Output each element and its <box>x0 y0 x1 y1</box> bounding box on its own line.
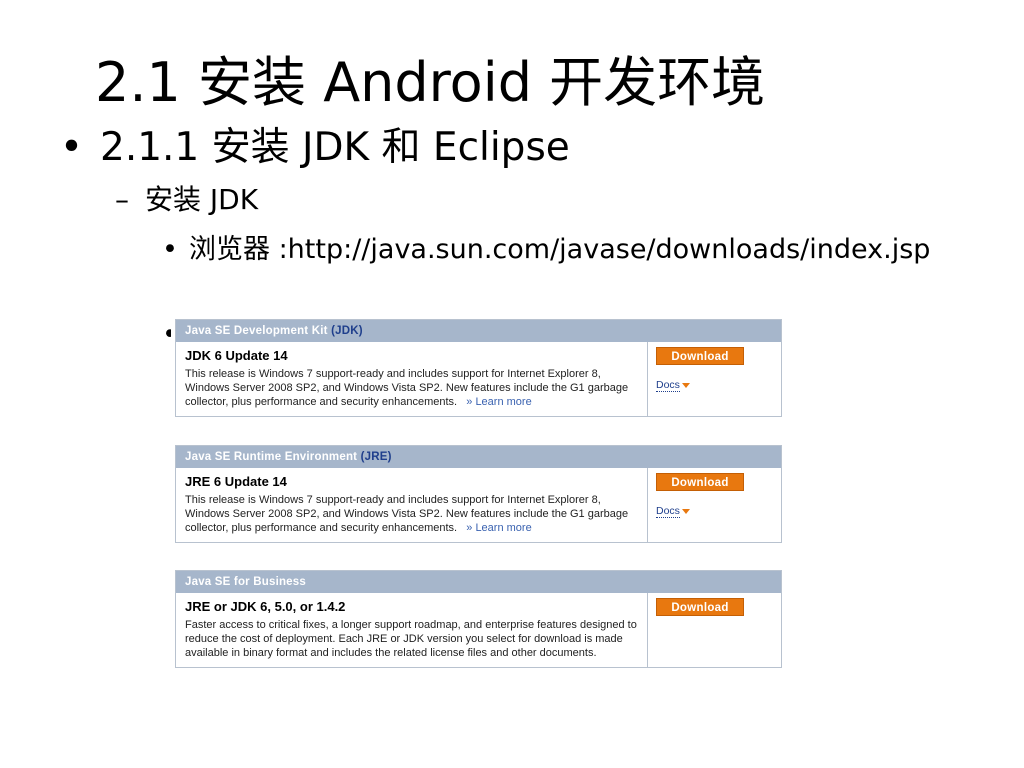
bullet-level2-text: 安装 JDK <box>145 183 259 216</box>
product-description: This release is Windows 7 support-ready … <box>185 493 639 535</box>
bullet-dot: • <box>60 125 84 170</box>
bullet-level1: • 2.1.1 安装 JDK 和 Eclipse <box>60 124 570 172</box>
bullet-dash: – <box>115 183 129 216</box>
download-button[interactable]: Download <box>656 473 744 491</box>
bullet-level2: – 安装 JDK <box>115 180 258 220</box>
panel-header: Java SE Development Kit (JDK) <box>176 320 781 342</box>
bullet-level1-text: 2.1.1 安装 JDK 和 Eclipse <box>100 125 570 170</box>
panel-header-text: Java SE Development Kit <box>185 325 328 337</box>
panel-header: Java SE for Business <box>176 571 781 593</box>
panel-header-text: Java SE for Business <box>185 576 306 588</box>
learn-more-link[interactable]: » Learn more <box>466 522 531 534</box>
panel-header-text: Java SE Runtime Environment <box>185 451 358 463</box>
docs-dropdown[interactable]: Docs <box>656 505 781 518</box>
description-text: This release is Windows 7 support-ready … <box>185 368 629 408</box>
dropdown-caret-icon <box>681 508 690 514</box>
docs-label[interactable]: Docs <box>656 505 680 518</box>
download-button[interactable]: Download <box>656 347 744 365</box>
product-title: JRE 6 Update 14 <box>185 474 287 489</box>
jre-panel: Java SE Runtime Environment (JRE) JRE 6 … <box>175 445 782 543</box>
panel-header: Java SE Runtime Environment (JRE) <box>176 446 781 468</box>
download-button[interactable]: Download <box>656 598 744 616</box>
slide-title: 2.1 安装 Android 开发环境 <box>95 51 766 114</box>
bullet-level3-text: 浏览器 :http://java.sun.com/javase/download… <box>189 234 931 265</box>
panel-header-tag[interactable]: (JDK) <box>331 325 363 337</box>
dropdown-caret-icon <box>681 382 690 388</box>
panel-header-tag[interactable]: (JRE) <box>361 451 392 463</box>
description-text: This release is Windows 7 support-ready … <box>185 494 629 534</box>
product-description: This release is Windows 7 support-ready … <box>185 367 639 409</box>
product-title: JRE or JDK 6, 5.0, or 1.4.2 <box>185 599 346 614</box>
product-title: JDK 6 Update 14 <box>185 348 288 363</box>
bullet-level3-url: • 浏览器 :http://java.sun.com/javase/downlo… <box>162 229 952 271</box>
java-download-screenshot: Java SE Development Kit (JDK) JDK 6 Upda… <box>171 314 787 684</box>
product-description: Faster access to critical fixes, a longe… <box>185 619 637 659</box>
learn-more-link[interactable]: » Learn more <box>466 396 531 408</box>
business-panel: Java SE for Business JRE or JDK 6, 5.0, … <box>175 570 782 668</box>
docs-label[interactable]: Docs <box>656 379 680 392</box>
docs-dropdown[interactable]: Docs <box>656 379 781 392</box>
bullet-dot: • <box>162 234 178 265</box>
jdk-panel: Java SE Development Kit (JDK) JDK 6 Upda… <box>175 319 782 417</box>
